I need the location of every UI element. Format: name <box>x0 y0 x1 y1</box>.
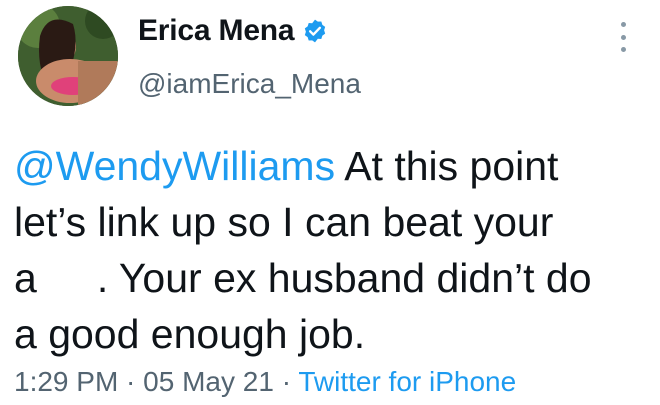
tweet-line-4: a good enough job. <box>14 311 366 357</box>
tweet-time[interactable]: 1:29 PM <box>14 366 118 397</box>
verified-badge-icon <box>302 18 328 44</box>
tweet-line-3: a . Your ex husband didn’t do <box>14 250 654 306</box>
name-row: Erica Mena <box>138 14 328 48</box>
meta-separator: · <box>118 366 144 397</box>
more-options-icon[interactable] <box>614 22 632 52</box>
more-dot <box>620 47 626 52</box>
tweet-text-part: At this point <box>335 143 559 189</box>
tweet-date[interactable]: 05 May 21 <box>143 366 274 397</box>
tweet-text: @WendyWilliams At this point let’s link … <box>14 138 654 362</box>
more-dot <box>620 22 626 27</box>
tweet-text-part: . Your ex husband didn’t do <box>96 255 592 301</box>
meta-separator: · <box>273 366 299 397</box>
tweet-line-2: let’s link up so I can beat your <box>14 199 554 245</box>
avatar[interactable] <box>18 6 118 106</box>
more-dot <box>620 34 626 40</box>
tweet-meta: 1:29 PM · 05 May 21 · Twitter for iPhone <box>14 366 516 398</box>
mention-link[interactable]: @WendyWilliams <box>14 143 335 189</box>
tweet-source-link[interactable]: Twitter for iPhone <box>298 366 516 397</box>
display-name[interactable]: Erica Mena <box>138 14 295 48</box>
tweet-line-1: @WendyWilliams At this point <box>14 138 654 194</box>
profile-photo <box>18 6 118 106</box>
handle[interactable]: @iamErica_Mena <box>138 68 361 100</box>
tweet-text-part: a <box>14 255 37 301</box>
